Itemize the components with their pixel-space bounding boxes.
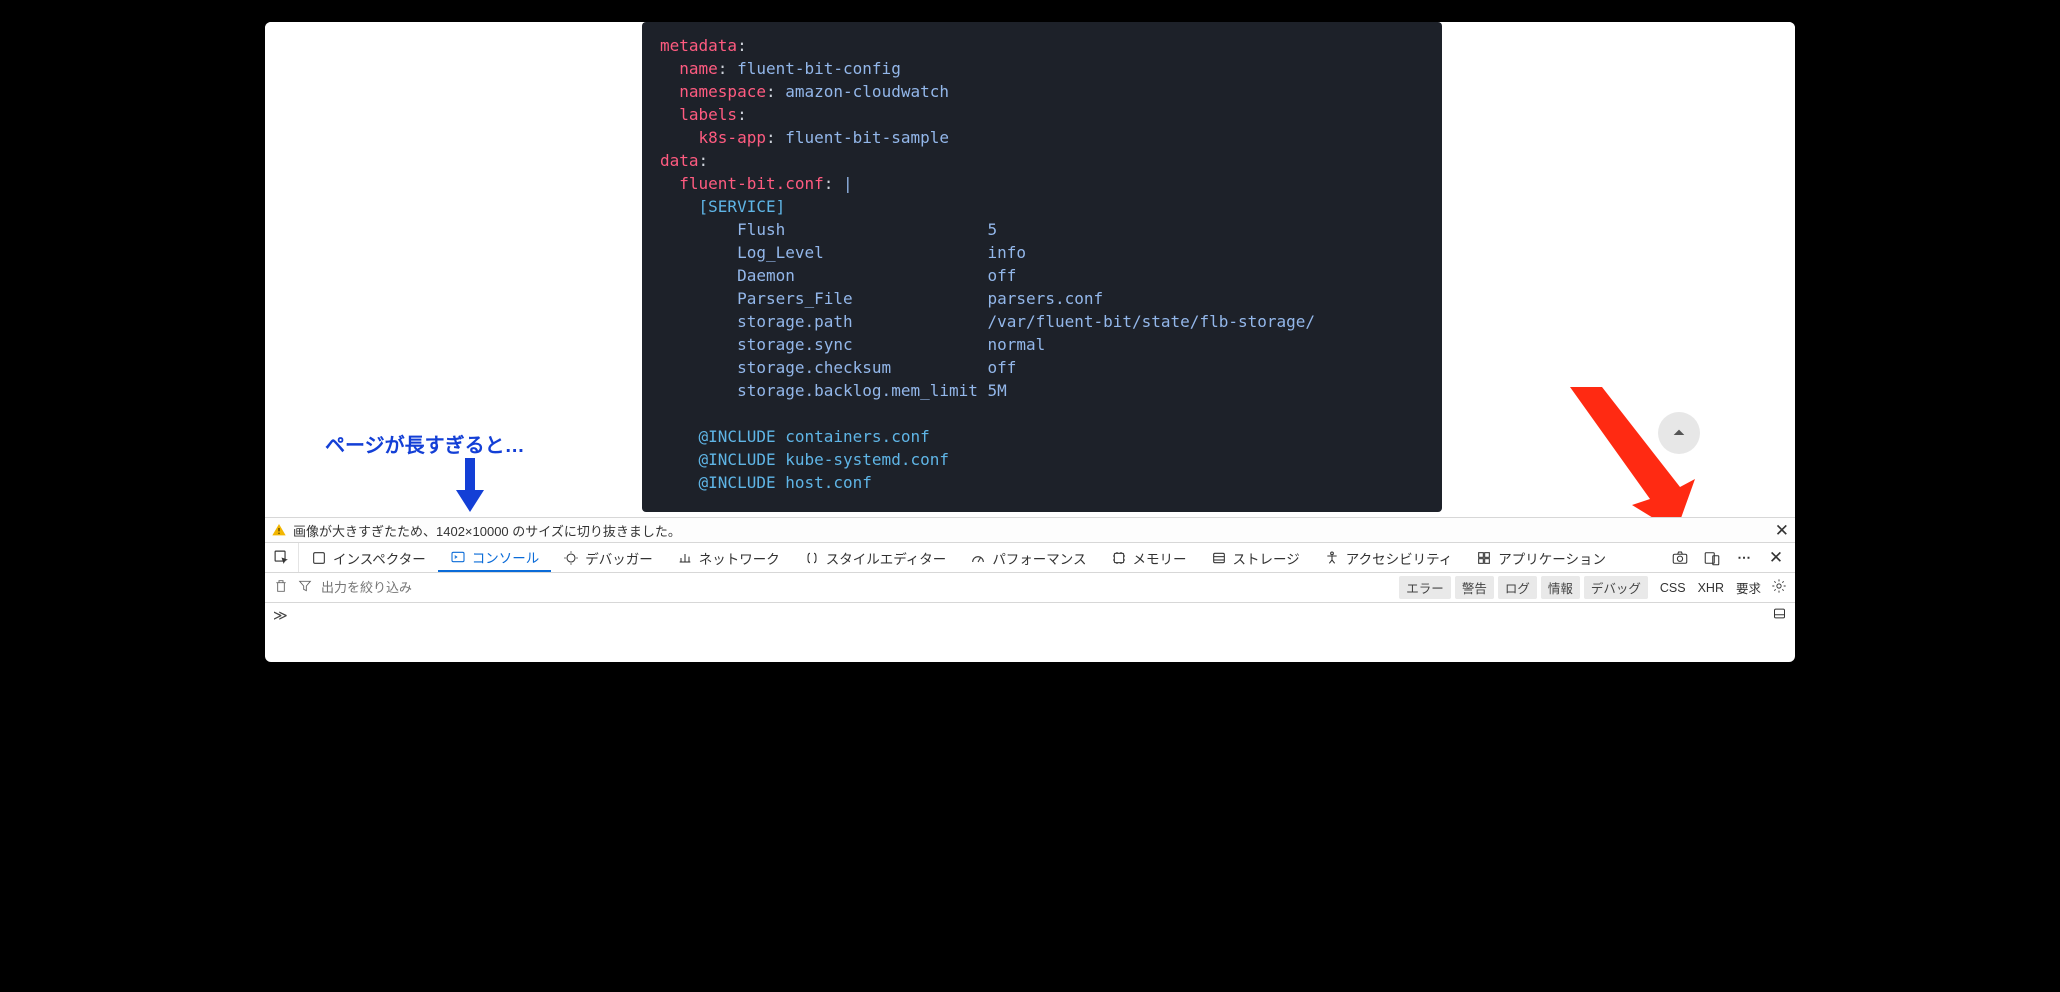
- warning-text: 画像が大きすぎたため、1402×10000 のサイズに切り抜きました。: [293, 521, 681, 540]
- screenshot-warning-bar: 画像が大きすぎたため、1402×10000 のサイズに切り抜きました。 ✕: [265, 517, 1795, 543]
- perf-icon: [970, 550, 986, 566]
- element-picker-button[interactable]: [265, 543, 299, 572]
- article-area: metadata: name: fluent-bit-config namesp…: [265, 22, 1795, 517]
- tab-label: アクセシビリティ: [1346, 548, 1453, 568]
- box-icon: [311, 550, 327, 566]
- panel-icon: [1772, 606, 1787, 621]
- console-input-row: ≫: [265, 603, 1795, 627]
- warning-close-button[interactable]: ✕: [1775, 521, 1789, 541]
- filter-toggle[interactable]: 要求: [1736, 578, 1761, 597]
- chevron-up-icon: [1671, 425, 1687, 441]
- console-chevrons-icon[interactable]: ≫: [273, 607, 288, 624]
- page-frame: metadata: name: fluent-bit-config namesp…: [265, 22, 1795, 662]
- devices-icon: [1703, 549, 1721, 567]
- console-icon: [450, 549, 466, 565]
- tab-label: スタイルエディター: [826, 548, 947, 568]
- annotation-text: ページが長すぎると…: [325, 429, 525, 458]
- filter-toggle[interactable]: CSS: [1660, 581, 1686, 595]
- camera-icon: [1671, 549, 1689, 567]
- code-block: metadata: name: fluent-bit-config namesp…: [642, 22, 1442, 512]
- storage-icon: [1211, 550, 1227, 566]
- filter-pill[interactable]: デバッグ: [1584, 576, 1648, 599]
- tab-network[interactable]: ネットワーク: [665, 543, 792, 572]
- braces-icon: [804, 550, 820, 566]
- annotation-arrow-red-icon: [1560, 387, 1700, 532]
- filter-toggle[interactable]: XHR: [1698, 581, 1724, 595]
- annotation-arrow-blue-icon: [450, 456, 490, 516]
- console-filter-bar: エラー警告ログ情報デバッグ CSS XHR 要求: [265, 573, 1795, 603]
- element-picker-icon: [273, 549, 290, 566]
- debug-icon: [563, 550, 579, 566]
- app-icon: [1476, 550, 1492, 566]
- devtools-close-button[interactable]: ✕: [1767, 549, 1785, 567]
- tab-label: アプリケーション: [1498, 548, 1606, 568]
- devtools-tab-bar: インスペクター コンソール デバッガー ネットワーク スタイルエディター パフォーマンス メ…: [265, 543, 1795, 573]
- warning-icon: [271, 522, 287, 538]
- screenshot-button[interactable]: [1671, 549, 1689, 567]
- tab-inspector[interactable]: インスペクター: [299, 543, 438, 572]
- filter-pill[interactable]: エラー: [1399, 576, 1451, 599]
- tab-memory[interactable]: メモリー: [1099, 543, 1199, 572]
- devtools-right-controls: ⋯ ✕: [1661, 543, 1795, 572]
- filter-pill[interactable]: ログ: [1498, 576, 1537, 599]
- responsive-mode-button[interactable]: [1703, 549, 1721, 567]
- tab-debugger[interactable]: デバッガー: [551, 543, 665, 572]
- tab-label: デバッガー: [585, 548, 653, 568]
- filter-pill[interactable]: 情報: [1541, 576, 1580, 599]
- clear-console-button[interactable]: [273, 578, 289, 597]
- tab-app[interactable]: アプリケーション: [1464, 543, 1618, 572]
- tab-label: メモリー: [1133, 548, 1187, 568]
- split-console-button[interactable]: [1772, 606, 1787, 624]
- tab-console[interactable]: コンソール: [438, 543, 552, 572]
- tab-style[interactable]: スタイルエディター: [792, 543, 959, 572]
- tab-label: コンソール: [472, 547, 540, 567]
- outer-frame: metadata: name: fluent-bit-config namesp…: [0, 0, 2060, 992]
- devtools-more-button[interactable]: ⋯: [1735, 549, 1753, 567]
- console-filter-input[interactable]: [321, 580, 521, 595]
- filter-pill[interactable]: 警告: [1455, 576, 1494, 599]
- tab-a11y[interactable]: アクセシビリティ: [1312, 543, 1465, 572]
- tab-label: パフォーマンス: [992, 548, 1086, 568]
- tab-label: ネットワーク: [699, 548, 780, 568]
- gear-icon: [1771, 578, 1787, 594]
- tab-storage[interactable]: ストレージ: [1199, 543, 1312, 572]
- tab-label: ストレージ: [1233, 548, 1300, 568]
- scroll-to-top-button[interactable]: [1658, 412, 1700, 454]
- tab-perf[interactable]: パフォーマンス: [958, 543, 1098, 572]
- memory-icon: [1111, 550, 1127, 566]
- funnel-icon: [297, 578, 313, 594]
- tab-label: インスペクター: [333, 548, 426, 568]
- trash-icon: [273, 578, 289, 594]
- console-settings-button[interactable]: [1771, 578, 1787, 597]
- network-icon: [677, 550, 693, 566]
- filter-icon-button[interactable]: [297, 578, 313, 597]
- a11y-icon: [1324, 550, 1340, 566]
